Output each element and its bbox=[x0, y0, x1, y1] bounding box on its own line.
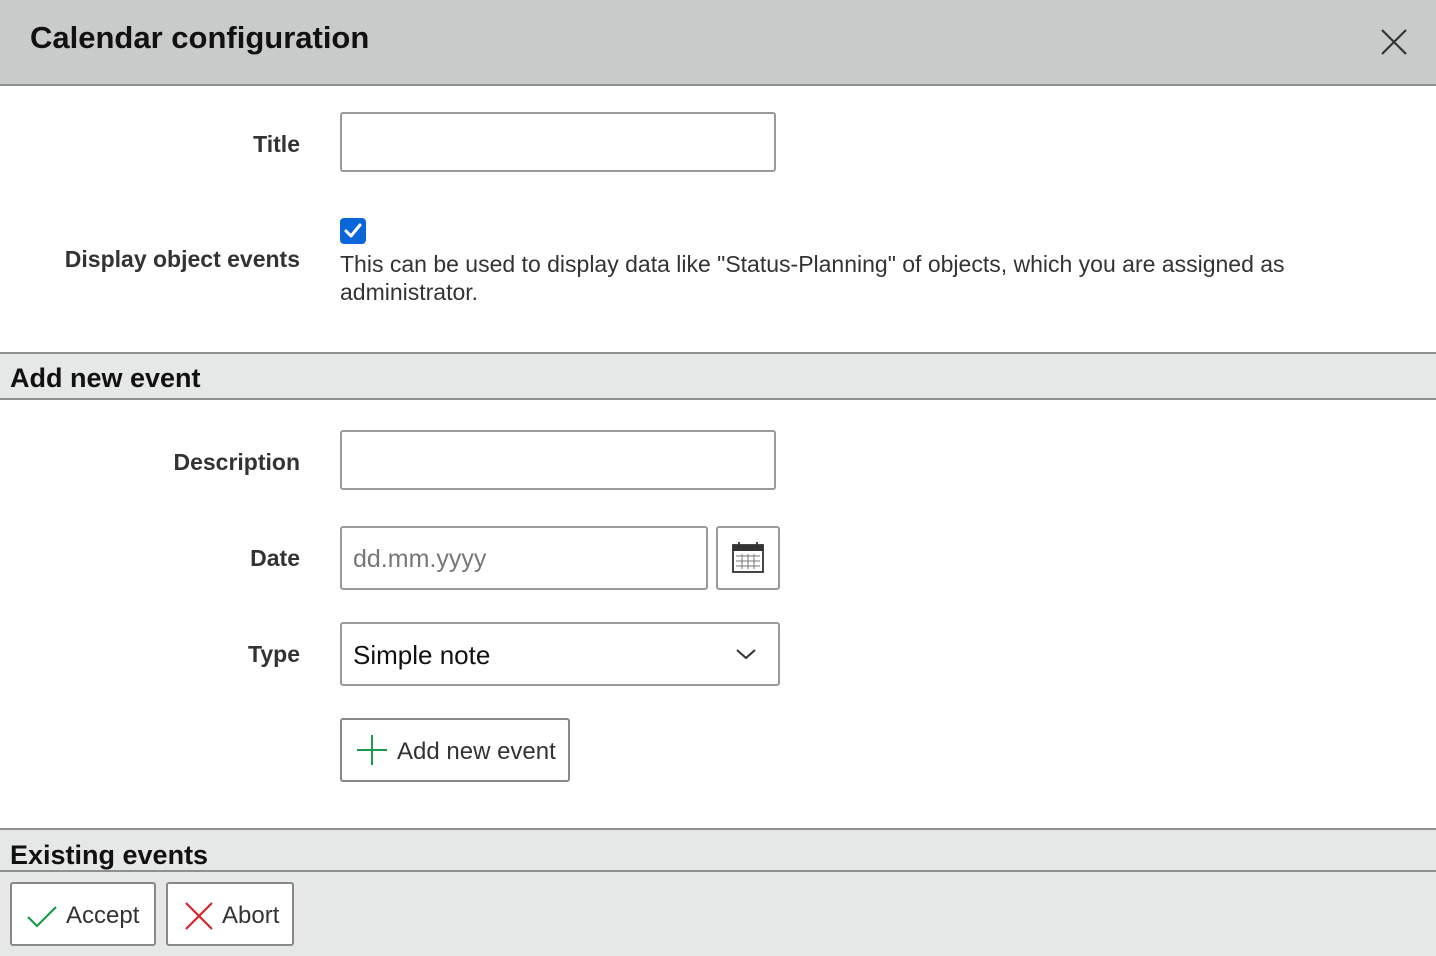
chevron-down-icon bbox=[736, 649, 756, 660]
check-icon bbox=[27, 906, 57, 928]
section-add-new-event: Add new event bbox=[0, 352, 1436, 400]
add-new-event-label: Add new event bbox=[397, 738, 556, 765]
date-label: Date bbox=[250, 545, 300, 571]
close-icon[interactable] bbox=[1376, 24, 1412, 60]
description-label: Description bbox=[173, 449, 300, 475]
date-placeholder: dd.mm.yyyy bbox=[353, 545, 487, 573]
section-existing-events: Existing events bbox=[0, 828, 1436, 872]
section-title-existing-events: Existing events bbox=[10, 840, 209, 870]
date-input[interactable]: dd.mm.yyyy bbox=[340, 526, 708, 590]
checkmark-icon bbox=[344, 223, 362, 238]
dialog-footer: Accept Abort bbox=[0, 870, 1436, 956]
abort-label: Abort bbox=[222, 902, 280, 929]
title-label: Title bbox=[253, 131, 300, 157]
date-picker-button[interactable] bbox=[716, 526, 780, 590]
description-input[interactable] bbox=[340, 430, 776, 490]
add-new-event-button[interactable]: Add new event bbox=[340, 718, 570, 782]
display-events-checkbox[interactable] bbox=[340, 218, 366, 244]
plus-icon bbox=[357, 735, 387, 765]
type-label: Type bbox=[248, 641, 300, 667]
dialog-title: Calendar configuration bbox=[30, 20, 370, 55]
dialog-titlebar: Calendar configuration bbox=[0, 0, 1436, 86]
display-events-label: Display object events bbox=[64, 246, 300, 272]
accept-button[interactable]: Accept bbox=[10, 882, 156, 946]
type-select[interactable]: Simple note bbox=[340, 622, 780, 686]
type-selected-value: Simple note bbox=[353, 640, 491, 670]
abort-button[interactable]: Abort bbox=[166, 882, 294, 946]
display-events-hint: This can be used to display data like "S… bbox=[340, 251, 1285, 305]
x-icon bbox=[185, 902, 213, 930]
section-title-add-new-event: Add new event bbox=[10, 363, 201, 393]
title-input[interactable] bbox=[340, 112, 776, 172]
accept-label: Accept bbox=[66, 902, 140, 929]
calendar-icon bbox=[732, 542, 764, 573]
